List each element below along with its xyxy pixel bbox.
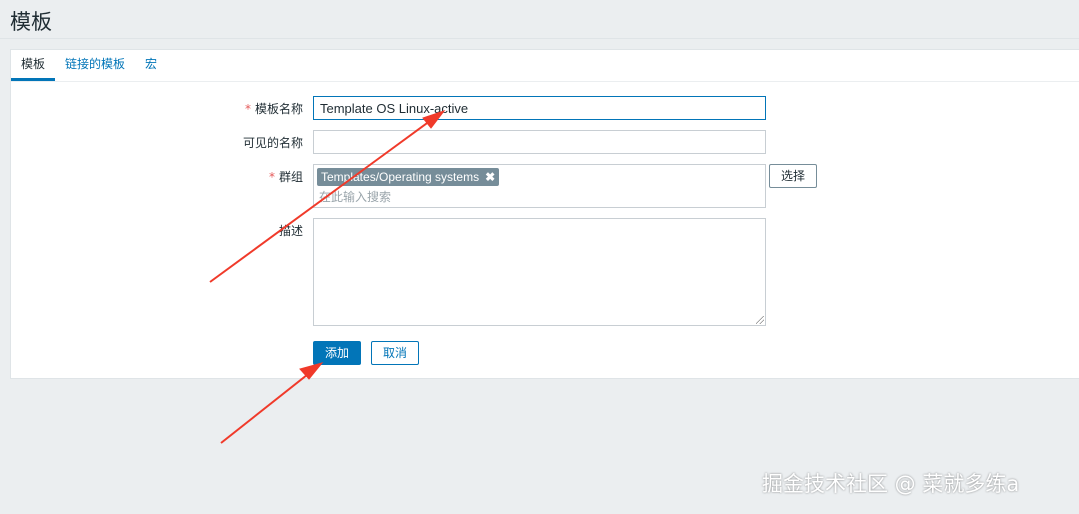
resize-handle-icon[interactable]: [756, 316, 764, 324]
tab-template[interactable]: 模板: [11, 50, 55, 81]
required-marker: *: [244, 102, 251, 116]
group-chip: Templates/Operating systems ✖: [317, 168, 500, 186]
group-chip-label: Templates/Operating systems: [321, 170, 480, 184]
description-textarea[interactable]: [313, 218, 766, 326]
page-title: 模板: [10, 10, 52, 34]
required-marker: *: [268, 170, 275, 184]
add-button[interactable]: 添加: [313, 341, 361, 365]
visible-name-input[interactable]: [313, 130, 766, 154]
template-name-label: * 模板名称: [244, 102, 303, 116]
remove-chip-icon[interactable]: ✖: [485, 170, 495, 184]
description-label: 描述: [278, 224, 303, 238]
template-name-input[interactable]: [313, 96, 766, 120]
visible-name-label: 可见的名称: [242, 136, 303, 150]
cancel-button[interactable]: 取消: [371, 341, 419, 365]
watermark: 掘金技术社区 @ 菜就多练a: [762, 472, 1020, 496]
tab-macros[interactable]: 宏: [145, 50, 157, 80]
tab-bar: 模板 链接的模板 宏: [11, 50, 1079, 82]
groups-label: * 群组: [268, 170, 303, 184]
select-groups-button[interactable]: 选择: [769, 164, 817, 188]
page-header: 模板: [0, 0, 1079, 39]
groups-multiselect[interactable]: Templates/Operating systems ✖: [313, 164, 766, 208]
groups-search-input[interactable]: [319, 189, 619, 205]
tab-linked-templates[interactable]: 链接的模板: [65, 50, 125, 80]
